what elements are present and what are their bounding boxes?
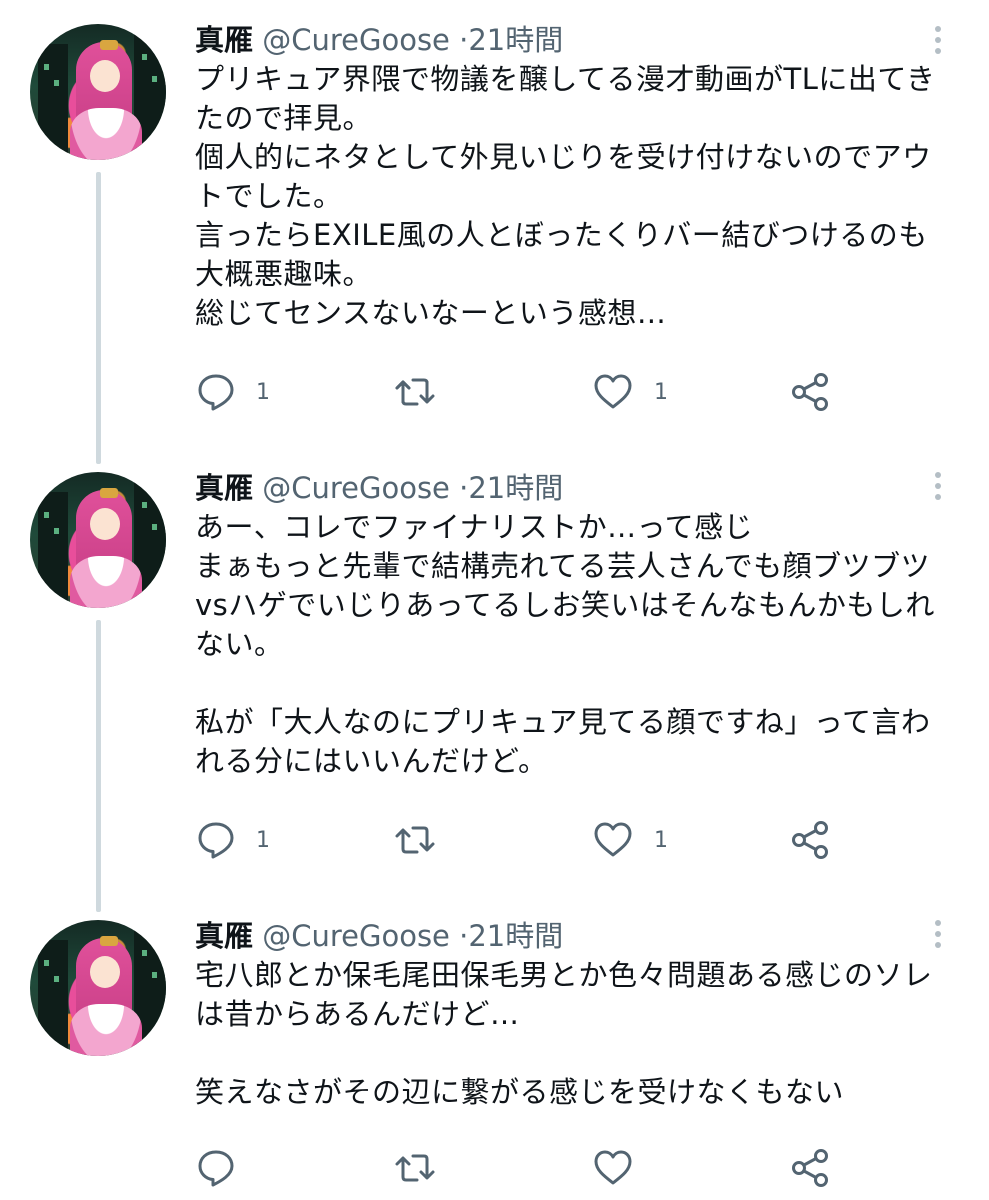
tweet-header: 真雁 @CureGoose ·21時間 [195, 22, 563, 58]
avatar[interactable] [30, 24, 166, 160]
text-line: 言ったらEXILE風の人とぼったくりバー結びつけるのも [195, 218, 928, 252]
retweet-button[interactable] [393, 370, 437, 414]
text-line: は昔からあるんだけど… [195, 997, 520, 1031]
thread-line [96, 620, 101, 912]
reply-button[interactable]: 1 [196, 370, 270, 414]
share-button[interactable] [790, 370, 832, 414]
share-icon [792, 821, 828, 859]
action-bar: 1 1 [0, 370, 989, 414]
heart-icon [594, 822, 632, 857]
share-button[interactable] [790, 818, 832, 862]
share-icon [792, 1149, 828, 1187]
retweet-icon [395, 1154, 435, 1182]
separator: · [459, 919, 469, 953]
display-name[interactable]: 真雁 [195, 23, 253, 57]
text-line: あー、コレでファイナリストか…って感じ [195, 510, 754, 544]
text-line: ない。 [195, 627, 284, 661]
timestamp[interactable]: 21時間 [468, 471, 563, 505]
more-dots-icon[interactable] [930, 468, 946, 504]
separator: · [459, 471, 469, 505]
text-line: トでした。 [195, 179, 343, 213]
reply-bubble-icon [198, 1150, 234, 1187]
text-line: 私が「大人なのにプリキュア見てる顔ですね」って言わ [195, 705, 931, 739]
tweet-text: 宅八郎とか保毛尾田保毛男とか色々問題ある感じのソレ は昔からあるんだけど… 笑え… [195, 956, 965, 1112]
text-line: 宅八郎とか保毛尾田保毛男とか色々問題ある感じのソレ [195, 958, 933, 992]
separator: · [459, 23, 469, 57]
more-dots-icon[interactable] [930, 22, 946, 58]
tweet-header: 真雁 @CureGoose ·21時間 [195, 470, 563, 506]
heart-icon [594, 374, 632, 409]
user-handle[interactable]: @CureGoose [262, 919, 450, 953]
display-name[interactable]: 真雁 [195, 471, 253, 505]
like-count: 1 [654, 827, 668, 853]
reply-count: 1 [256, 827, 270, 853]
timestamp[interactable]: 21時間 [468, 919, 563, 953]
heart-icon [594, 1150, 632, 1185]
share-icon [792, 373, 828, 411]
text-line: 総じてセンスないなーという感想… [195, 296, 667, 330]
tweet-text: あー、コレでファイナリストか…って感じ まぁもっと先輩で結構売れてる芸人さんでも… [195, 508, 965, 781]
user-handle[interactable]: @CureGoose [262, 23, 450, 57]
like-button[interactable]: 1 [592, 370, 668, 414]
display-name[interactable]: 真雁 [195, 919, 253, 953]
reply-bubble-icon [198, 374, 234, 411]
retweet-icon [395, 826, 435, 854]
like-button[interactable]: 1 [592, 818, 668, 862]
like-count: 1 [654, 379, 668, 405]
reply-count: 1 [256, 379, 270, 405]
thread-line [96, 172, 101, 464]
user-handle[interactable]: @CureGoose [262, 471, 450, 505]
text-line: vsハゲでいじりあってるしお笑いはそんなもんかもしれ [195, 588, 935, 622]
reply-bubble-icon [198, 822, 234, 859]
avatar[interactable] [30, 920, 166, 1056]
more-dots-icon[interactable] [930, 916, 946, 952]
retweet-button[interactable] [393, 1146, 437, 1190]
tweet-text: プリキュア界隈で物議を醸してる漫才動画がTLに出てき たので拝見。 個人的にネタ… [195, 60, 965, 333]
action-bar: 1 1 [0, 818, 989, 862]
share-button[interactable] [790, 1146, 832, 1190]
text-line [195, 664, 965, 703]
reply-button[interactable]: 1 [196, 818, 270, 862]
text-line: プリキュア界隈で物議を醸してる漫才動画がTLに出てき [195, 62, 936, 96]
text-line: たので拝見。 [195, 101, 373, 135]
avatar[interactable] [30, 472, 166, 608]
text-line [195, 1034, 965, 1073]
action-bar [0, 1146, 989, 1190]
retweet-icon [395, 378, 435, 406]
retweet-button[interactable] [393, 818, 437, 862]
tweet-header: 真雁 @CureGoose ·21時間 [195, 918, 563, 954]
timestamp[interactable]: 21時間 [468, 23, 563, 57]
text-line: 大概悪趣味。 [195, 257, 373, 291]
reply-button[interactable] [196, 1146, 256, 1190]
text-line: まぁもっと先輩で結構売れてる芸人さんでも顔ブツブツ [195, 549, 931, 583]
text-line: 笑えなさがその辺に繋がる感じを受けなくもない [195, 1075, 845, 1109]
text-line: れる分にはいいんだけど。 [195, 744, 548, 778]
text-line: 個人的にネタとして外見いじりを受け付けないのでアウ [195, 140, 932, 174]
like-button[interactable] [592, 1146, 654, 1190]
